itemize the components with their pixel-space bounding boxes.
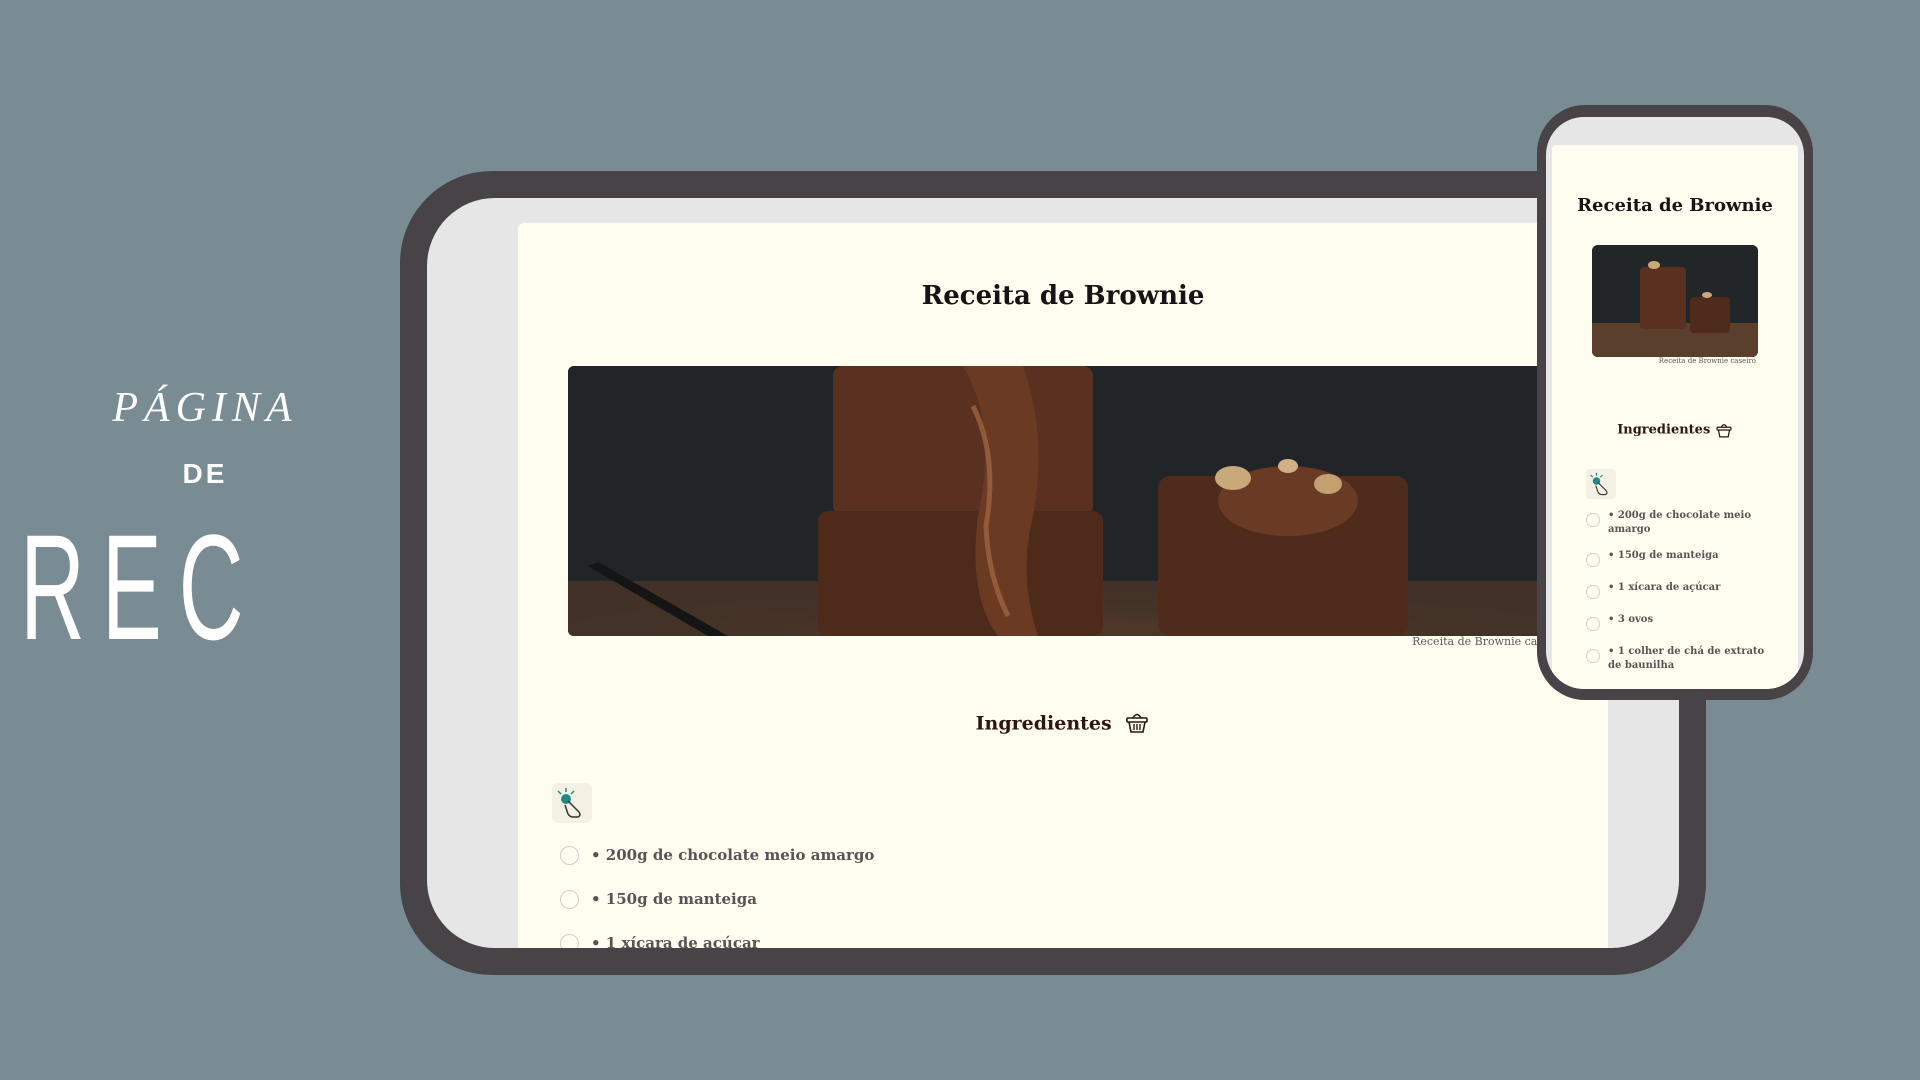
- brownie-photo-illustration: [568, 366, 1568, 636]
- ingredients-heading: Ingredientes: [518, 709, 1608, 740]
- list-item[interactable]: • 1 colher de chá de extrato de baunilha: [1586, 645, 1766, 673]
- ingredient-label: • 200g de chocolate meio amargo: [1608, 510, 1751, 535]
- mobile-ingredients-list: • 200g de chocolate meio amargo • 150g d…: [1586, 509, 1766, 685]
- list-item[interactable]: • 200g de chocolate meio amargo: [1586, 509, 1766, 537]
- list-item[interactable]: • 150g de manteiga: [1586, 549, 1766, 569]
- ingredient-label: • 1 colher de chá de extrato de baunilha: [1608, 646, 1765, 671]
- hero-line-receitas: RECEITAS: [20, 512, 248, 662]
- tablet-screen: Receita de Brownie Receita de Brownie ca…: [427, 198, 1679, 948]
- recipe-page-desktop: Receita de Brownie Receita de Brownie ca…: [518, 223, 1608, 948]
- ingredients-list: • 200g de chocolate meio amargo • 150g d…: [560, 833, 874, 948]
- mobile-ingredients-heading: Ingredientes: [1552, 421, 1798, 439]
- ingredient-checkbox[interactable]: [1586, 617, 1600, 631]
- mobile-photo-caption: Receita de Brownie caseiro: [1658, 357, 1756, 365]
- recipe-page-mobile: Receita de Brownie Receita de Brownie ca…: [1552, 145, 1798, 689]
- ingredient-checkbox[interactable]: [560, 889, 579, 909]
- basket-icon: [1124, 709, 1150, 740]
- ingredient-label: • 150g de manteiga: [591, 890, 757, 908]
- ingredient-label: • 1 xícara de açúcar: [1608, 582, 1721, 593]
- ingredient-checkbox[interactable]: [1586, 553, 1600, 567]
- ingredient-checkbox[interactable]: [560, 845, 579, 865]
- ingredient-checkbox[interactable]: [1586, 513, 1600, 527]
- list-item[interactable]: • 150g de manteiga: [560, 877, 874, 921]
- mobile-tap-hand-icon[interactable]: [1586, 469, 1616, 499]
- hero-line-receitas-text: RECEITAS: [20, 512, 248, 662]
- tablet-device-frame: Receita de Brownie Receita de Brownie ca…: [400, 171, 1706, 975]
- list-item[interactable]: • 200g de chocolate meio amargo: [560, 833, 874, 877]
- list-item[interactable]: • 1 xícara de açúcar: [560, 921, 874, 948]
- mobile-ingredients-heading-text: Ingredientes: [1617, 422, 1711, 438]
- phone-screen: Receita de Brownie Receita de Brownie ca…: [1546, 117, 1804, 689]
- hero-line-de: DE: [182, 458, 228, 489]
- list-item[interactable]: • 1 xícara de açúcar: [1586, 581, 1766, 601]
- page-title: Receita de Brownie: [921, 281, 1205, 311]
- mobile-page-title: Receita de Brownie: [1577, 195, 1773, 216]
- brownie-photo: [568, 366, 1568, 636]
- ingredient-checkbox[interactable]: [560, 933, 579, 948]
- tap-hand-icon[interactable]: [552, 783, 592, 823]
- ingredient-label: • 3 ovos: [1608, 614, 1654, 625]
- ingredient-label: • 1 xícara de açúcar: [591, 934, 760, 948]
- hero-line-pagina: PÁGINA: [112, 385, 298, 431]
- ingredient-checkbox[interactable]: [1586, 649, 1600, 663]
- ingredient-label: • 150g de manteiga: [1608, 550, 1719, 561]
- photo-caption: Receita de Brownie casei: [1412, 635, 1553, 648]
- mobile-basket-icon: [1715, 423, 1733, 438]
- mobile-brownie-illustration: [1592, 245, 1758, 357]
- mobile-brownie-photo: [1592, 245, 1758, 357]
- ingredient-label: • 200g de chocolate meio amargo: [591, 846, 875, 864]
- phone-device-frame: Receita de Brownie Receita de Brownie ca…: [1537, 105, 1813, 700]
- ingredient-checkbox[interactable]: [1586, 585, 1600, 599]
- list-item[interactable]: • 3 ovos: [1586, 613, 1766, 633]
- ingredients-heading-text: Ingredientes: [975, 712, 1112, 735]
